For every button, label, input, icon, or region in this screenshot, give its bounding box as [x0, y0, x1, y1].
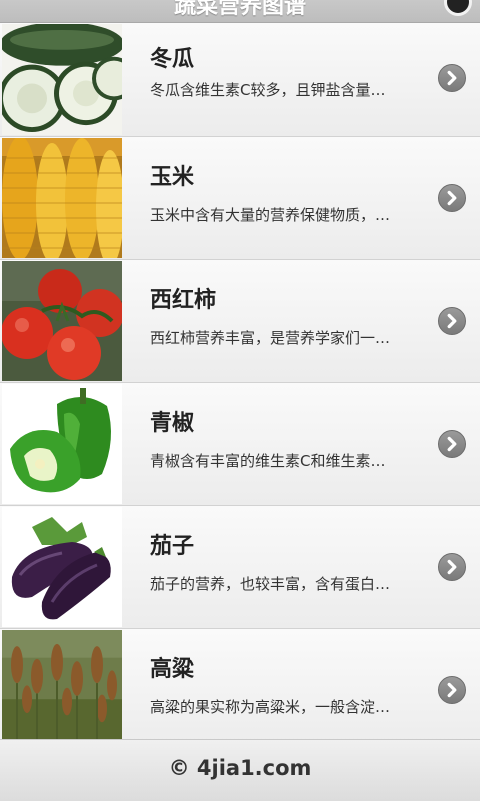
list-item-sorghum[interactable]: 高粱 高粱的果实称为高粱米，一般含淀…: [0, 629, 480, 752]
chevron-right-icon[interactable]: [438, 184, 466, 212]
list-item-tomato[interactable]: 西红柿 西红柿营养丰富，是营养学家们一…: [0, 260, 480, 383]
tomato-image: [2, 261, 122, 381]
chevron-right-icon[interactable]: [438, 430, 466, 458]
item-description: 西红柿营养丰富，是营养学家们一…: [150, 329, 391, 347]
item-description: 冬瓜含维生素C较多，且钾盐含量…: [150, 81, 386, 99]
list-item-corn[interactable]: 玉米 玉米中含有大量的营养保健物质，…: [0, 137, 480, 260]
vegetable-list: 冬瓜 冬瓜含维生素C较多，且钾盐含量… 玉米 玉米中含有大量的营养保健物质，… …: [0, 23, 480, 752]
item-name: 玉米: [150, 165, 195, 190]
page-title: 蔬菜营养图谱: [173, 0, 306, 19]
chevron-right-icon[interactable]: [438, 553, 466, 581]
list-item-winter-melon[interactable]: 冬瓜 冬瓜含维生素C较多，且钾盐含量…: [0, 23, 480, 137]
sorghum-image: [2, 630, 122, 750]
corn-image: [2, 138, 122, 258]
item-description: 高粱的果实称为高粱米，一般含淀…: [150, 698, 391, 716]
eggplant-image: [2, 507, 122, 627]
item-description: 青椒含有丰富的维生素C和维生素…: [150, 452, 386, 470]
item-name: 冬瓜: [150, 47, 195, 72]
chevron-right-icon[interactable]: [438, 676, 466, 704]
app-header: 蔬菜营养图谱: [0, 0, 480, 23]
item-description: 茄子的营养，也较丰富，含有蛋白…: [150, 575, 391, 593]
copyright-text: © 4jia1.com: [168, 756, 312, 780]
item-description: 玉米中含有大量的营养保健物质，…: [150, 206, 391, 224]
winter-melon-image: [2, 24, 122, 135]
list-item-eggplant[interactable]: 茄子 茄子的营养，也较丰富，含有蛋白…: [0, 506, 480, 629]
footer-bar: © 4jia1.com: [0, 739, 480, 801]
item-name: 茄子: [150, 534, 195, 559]
list-item-green-pepper[interactable]: 青椒 青椒含有丰富的维生素C和维生素…: [0, 383, 480, 506]
item-name: 高粱: [150, 657, 195, 682]
chevron-right-icon[interactable]: [438, 63, 466, 92]
green-pepper-image: [2, 384, 122, 504]
item-name: 西红柿: [150, 288, 217, 313]
chevron-right-icon[interactable]: [438, 307, 466, 335]
item-name: 青椒: [150, 411, 195, 436]
